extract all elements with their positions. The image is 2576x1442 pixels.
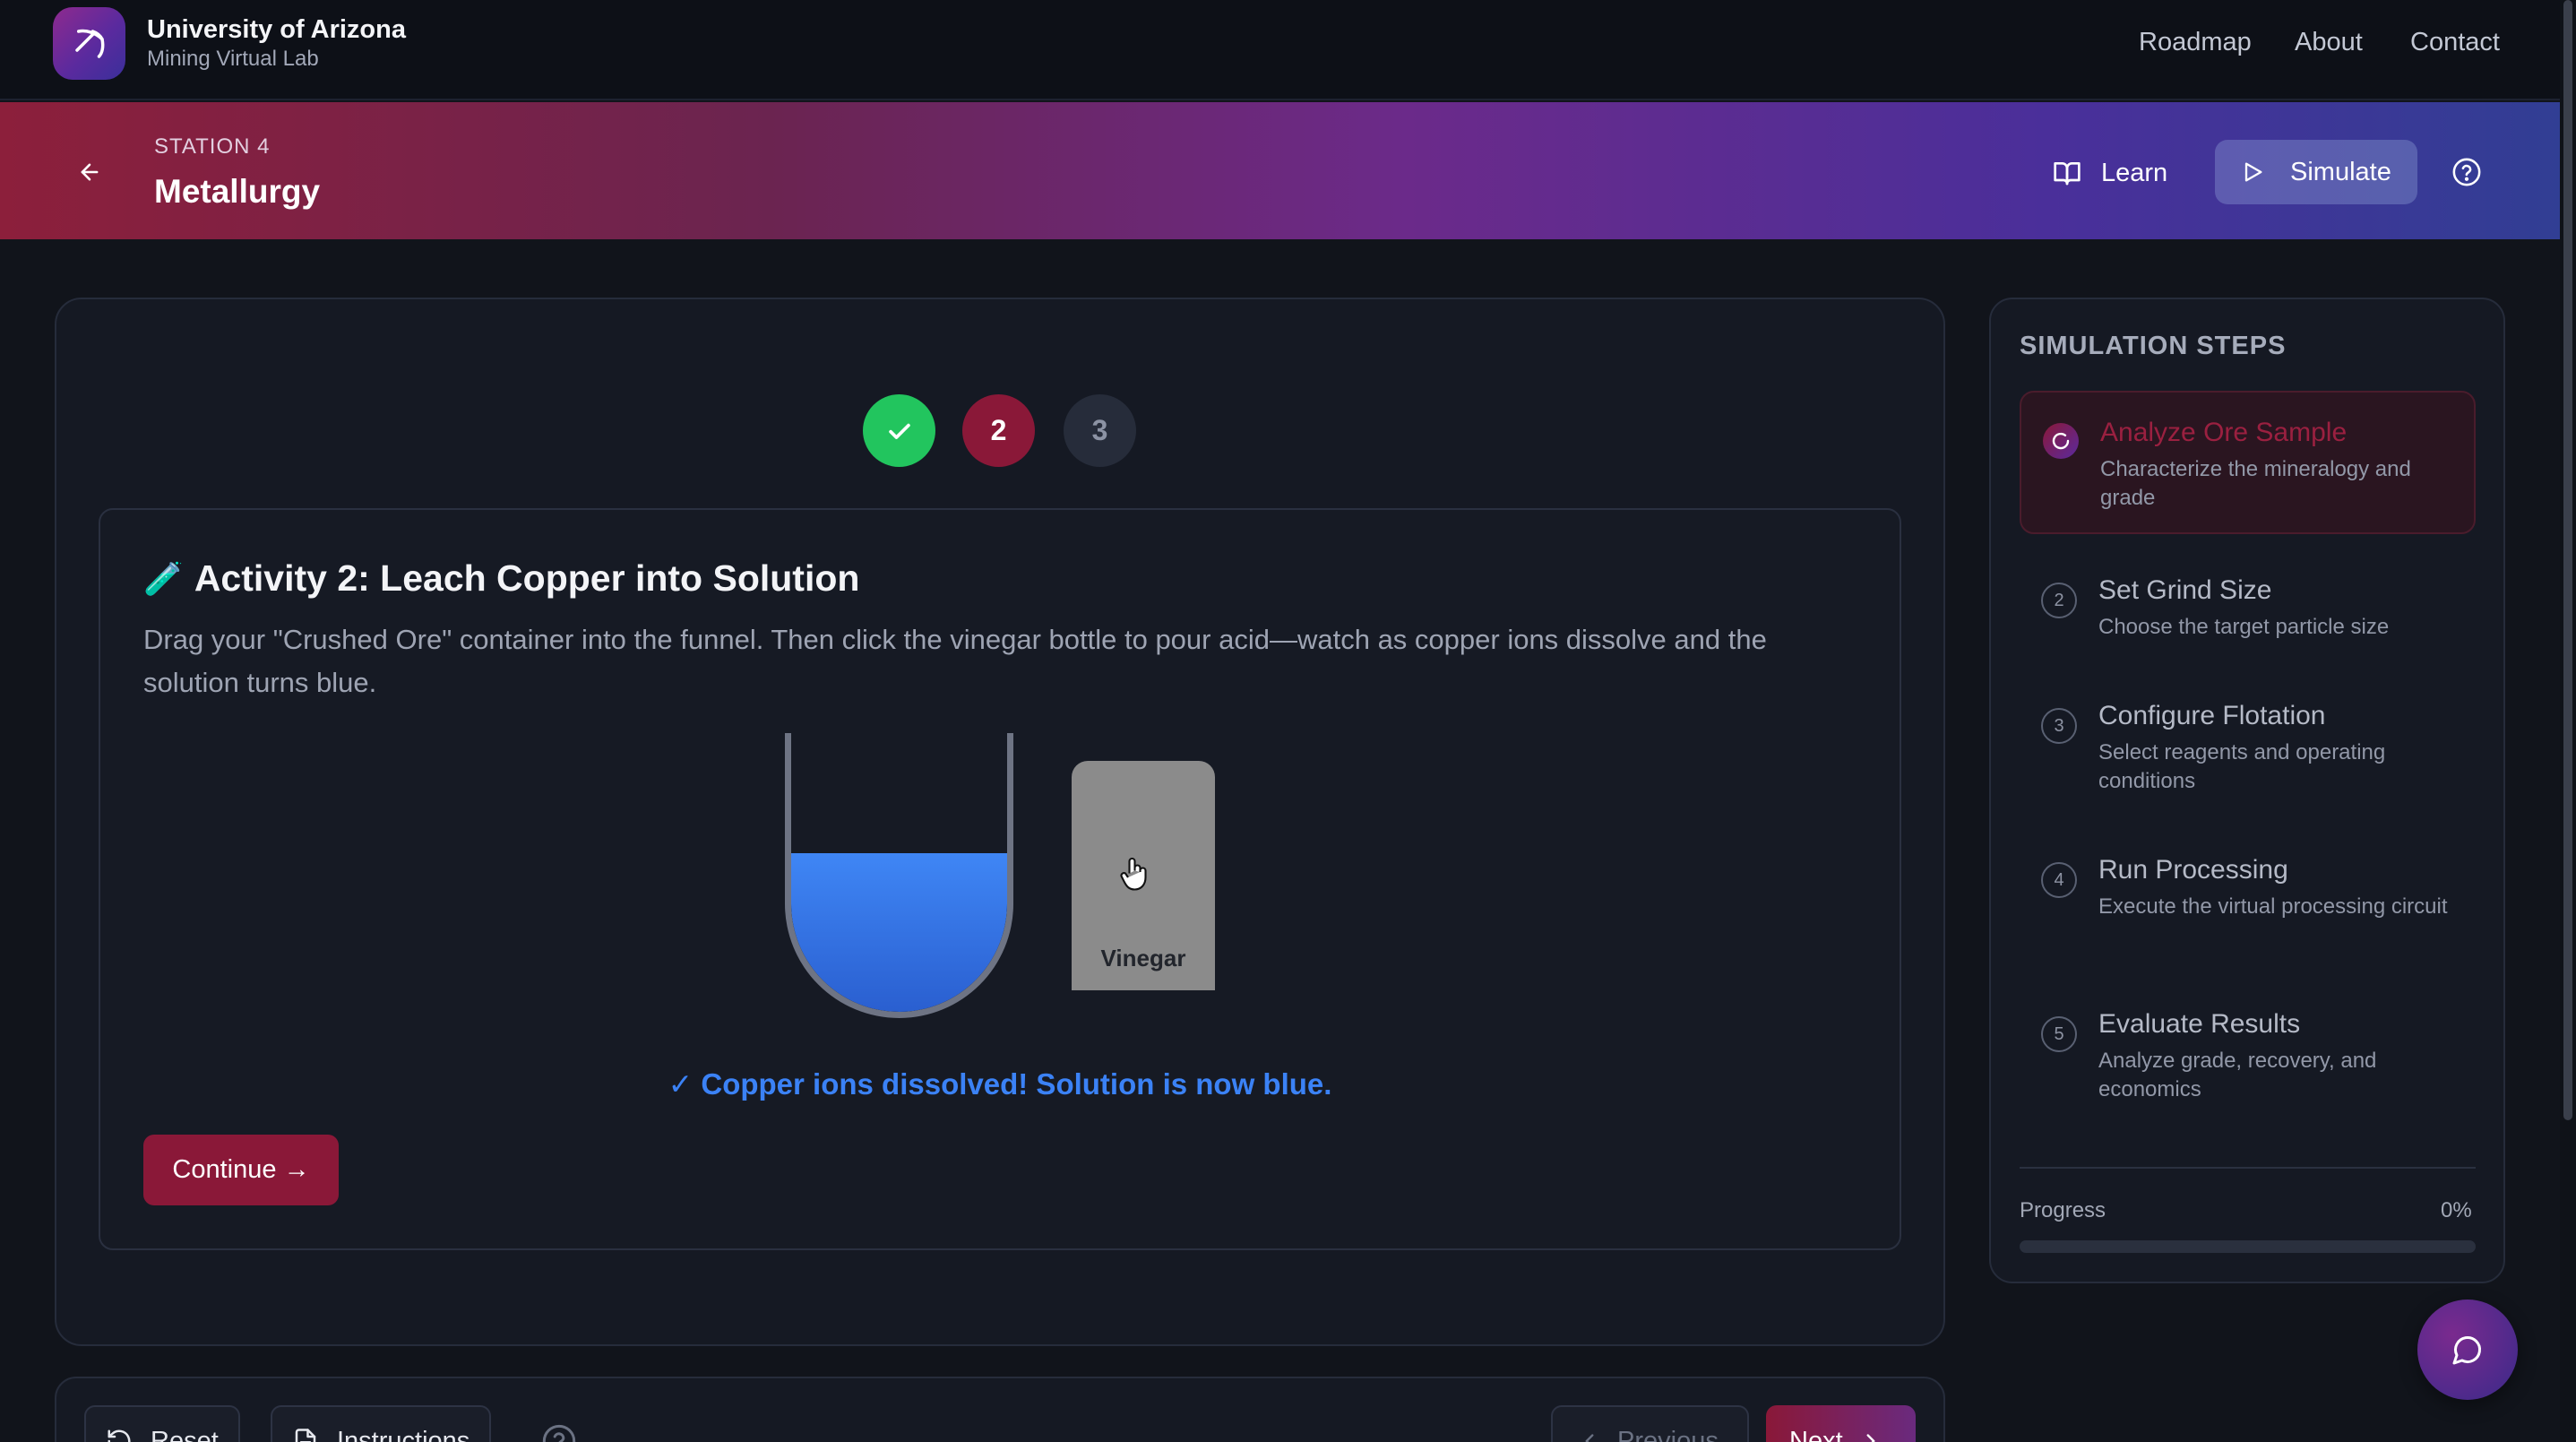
chevron-left-icon: [1585, 1434, 1594, 1442]
arrow-left-icon: [81, 163, 99, 181]
test-tube-icon: 🧪: [143, 559, 184, 597]
rotate-ccw-icon: [108, 1429, 131, 1442]
loading-icon: [2043, 423, 2079, 459]
progress-bar: [2020, 1240, 2476, 1253]
scrollbar-thumb[interactable]: [2563, 0, 2572, 1120]
sim-step-number: 4: [2041, 862, 2077, 898]
brand-title[interactable]: University of Arizona: [147, 15, 406, 45]
sim-step-number: 3: [2041, 708, 2077, 744]
sim-step-title: Set Grind Size: [2098, 575, 2272, 605]
sim-step-evaluate-results[interactable]: 5 Evaluate Results Analyze grade, recove…: [2020, 997, 2476, 1113]
sim-step-desc: Analyze grade, recovery, and economics: [2098, 1049, 2377, 1101]
back-button[interactable]: [70, 152, 109, 192]
stepper-step-1: [863, 394, 935, 467]
sim-step-analyze-ore[interactable]: Analyze Ore Sample Characterize the mine…: [2020, 391, 2476, 534]
next-button[interactable]: Next: [1766, 1405, 1916, 1442]
vinegar-label: Vinegar: [1100, 945, 1186, 971]
continue-button[interactable]: Continue →: [143, 1135, 339, 1205]
sim-step-desc: Execute the virtual processing circuit: [2098, 894, 2448, 919]
instructions-button[interactable]: Instructions: [271, 1405, 492, 1442]
sim-step-desc: Select reagents and operating conditions: [2098, 740, 2386, 793]
book-icon: [2054, 162, 2081, 186]
sim-step-title: Configure Flotation: [2098, 701, 2326, 730]
nav-link-contact[interactable]: Contact: [2410, 28, 2500, 57]
activity-description: Drag your "Crushed Ore" container into t…: [143, 624, 1767, 698]
learn-label: Learn: [2101, 158, 2168, 187]
reset-label: Reset: [151, 1426, 219, 1442]
activity-title-text: Activity 2: Leach Copper into Solution: [194, 557, 860, 599]
station-label: STATION 4: [154, 134, 271, 159]
progress-value: 0%: [2441, 1198, 2472, 1222]
help-circle-icon: [2452, 158, 2481, 186]
brand-logo[interactable]: [53, 7, 125, 80]
activity-title: 🧪 Activity 2: Leach Copper into Solution: [143, 557, 859, 600]
previous-button[interactable]: Previous: [1551, 1405, 1749, 1442]
check-icon: [888, 423, 910, 439]
instructions-label: Instructions: [337, 1426, 470, 1442]
sim-step-title: Evaluate Results: [2098, 1009, 2301, 1039]
stepper-step-3: 3: [1064, 394, 1136, 467]
sim-step-grind-size[interactable]: 2 Set Grind Size Choose the target parti…: [2020, 563, 2476, 652]
chat-button[interactable]: [2417, 1300, 2518, 1400]
play-icon: [2244, 162, 2262, 182]
beaker-liquid: [791, 852, 1007, 1012]
sim-step-flotation[interactable]: 3 Configure Flotation Select reagents an…: [2020, 688, 2476, 805]
nav-link-about[interactable]: About: [2295, 28, 2363, 57]
sidebar-divider: [2020, 1167, 2476, 1169]
chat-bubble-icon: [2452, 1335, 2482, 1365]
stepper-step-2: 2: [962, 394, 1035, 467]
help-circle-icon[interactable]: [541, 1423, 577, 1442]
app-root: University of Arizona Mining Virtual Lab…: [0, 0, 2576, 1442]
beaker[interactable]: [785, 733, 1013, 1018]
station-title: Metallurgy: [154, 173, 321, 210]
top-nav: University of Arizona Mining Virtual Lab…: [0, 0, 2560, 100]
progress-label: Progress: [2020, 1198, 2106, 1222]
nav-link-roadmap[interactable]: Roadmap: [2139, 28, 2252, 57]
sim-step-desc: Characterize the mineralogy and grade: [2100, 457, 2411, 510]
brand-subtitle: Mining Virtual Lab: [147, 47, 319, 71]
previous-label: Previous: [1617, 1426, 1719, 1442]
simulate-label: Simulate: [2290, 157, 2391, 186]
station-banner: [0, 102, 2560, 239]
sim-step-title: Analyze Ore Sample: [2100, 418, 2348, 447]
success-message: ✓ Copper ions dissolved! Solution is now…: [668, 1067, 1332, 1101]
simulate-button[interactable]: Simulate: [2215, 140, 2417, 204]
help-button[interactable]: [2449, 154, 2485, 190]
chevron-right-icon: [1866, 1434, 1875, 1442]
next-label: Next: [1789, 1426, 1843, 1442]
sidebar-heading: SIMULATION STEPS: [2020, 332, 2287, 360]
hand-cursor-icon: [1120, 858, 1147, 891]
pickaxe-icon: [74, 29, 104, 58]
document-icon: [295, 1429, 316, 1442]
learn-button[interactable]: Learn: [2047, 142, 2173, 203]
sim-step-run-processing[interactable]: 4 Run Processing Execute the virtual pro…: [2020, 842, 2476, 959]
sim-step-number: 5: [2041, 1016, 2077, 1052]
sim-step-desc: Choose the target particle size: [2098, 615, 2390, 639]
sim-step-title: Run Processing: [2098, 855, 2288, 885]
sim-step-number: 2: [2041, 583, 2077, 618]
reset-button[interactable]: Reset: [84, 1405, 240, 1442]
